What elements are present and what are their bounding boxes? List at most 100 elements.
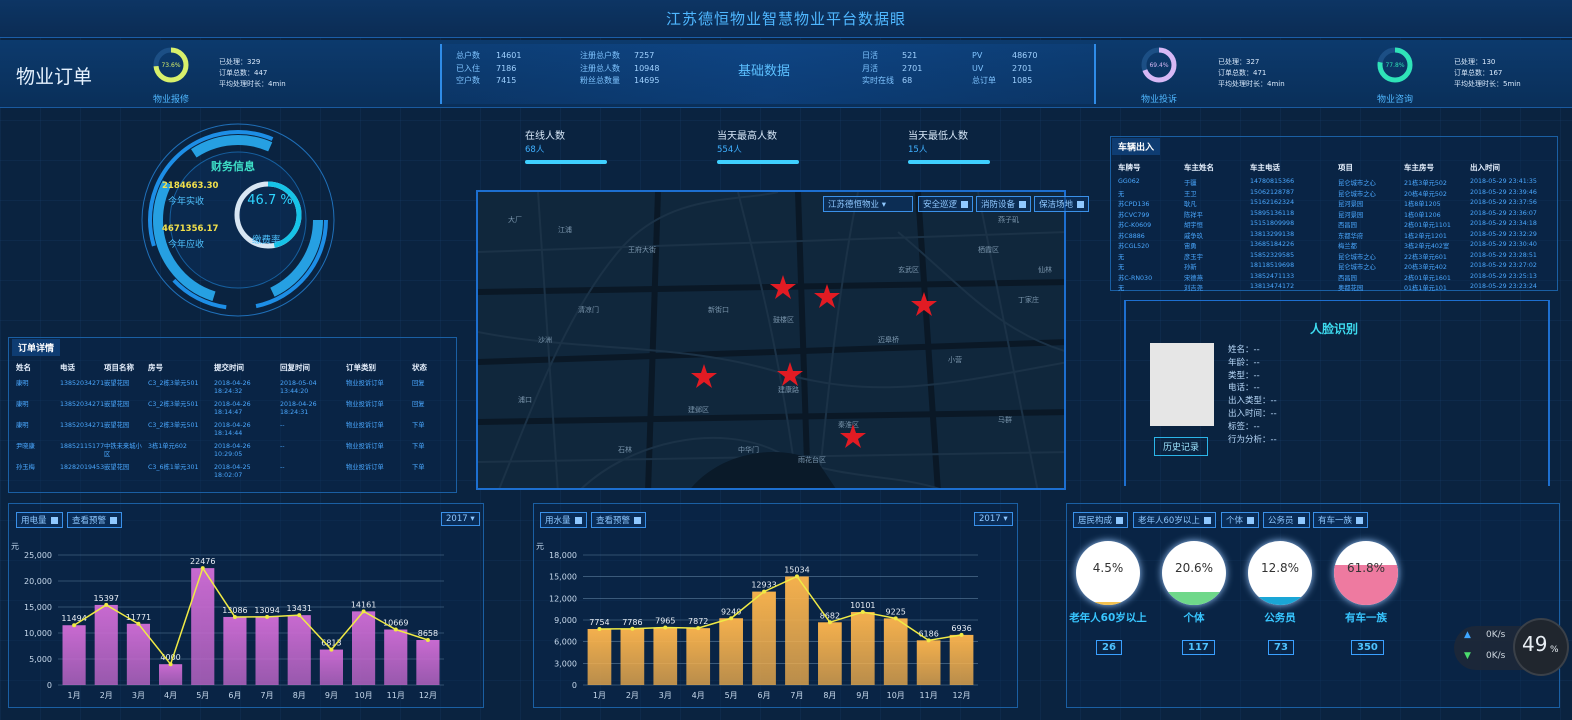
y-tick-label: 15,000 [24,603,52,612]
y-tick-label: 9,000 [554,616,577,625]
data-label: 13086 [222,606,247,615]
due-label: 今年应收 [168,240,205,250]
resident-circle[interactable]: 12.8% [1248,541,1312,605]
x-tick-label: 4月 [692,691,705,700]
vehicle-cell: 刘吉尧 [1184,285,1203,292]
vehicle-cell: 13813299138 [1250,230,1295,238]
map-place-label: 栖霞区 [978,245,999,254]
orders-header-cell: 状态 [412,363,427,372]
dropdown-caret-icon: ▾ [1003,514,1008,524]
vehicle-cell: 15162162324 [1250,199,1295,206]
complaint-gauge[interactable]: 69.4% [1140,46,1178,88]
safety-patrol-button[interactable]: 安全巡逻 [918,196,974,212]
map-canvas[interactable]: 鼓楼区 玄武区建邺区秦淮区雨花台区 栖霞区 王府大街沙洲中华门 小营 丁家庄 燕子矶 大厂清凉… [478,192,1066,490]
vehicle-cell: 昆仑城市之心 [1338,253,1376,261]
x-tick-label: 4月 [164,691,177,700]
trend-point [696,626,701,631]
company-select[interactable]: 江苏德恒物业 ▾ [823,196,913,212]
finance-title: 财务信息 [211,160,255,173]
orders-header-cell: 电话 [60,363,75,372]
water-year-select[interactable]: 2017 ▾ [974,512,1013,526]
trend-point [597,626,602,631]
electric-tab[interactable]: 用电量 [16,512,63,528]
orders-cell: 2018-04-26 10:29:05 [214,443,251,458]
resident-tab-label: 居民构成 [1078,516,1113,526]
map-panel[interactable]: 鼓楼区 玄武区 建邺区 秦淮区 雨花台区 栖霞区 王府大街 沙洲 中华门 小营 丁家庄 燕子矶 大厂 清凉… [476,190,1066,490]
x-tick-label: 8月 [823,691,836,700]
dropdown-caret-icon: ▾ [470,514,475,524]
history-button[interactable]: 历史记录 [1154,437,1209,456]
online-stat-label: 当天最低人数 [908,131,968,142]
cleaning-site-button[interactable]: 保洁场地 [1034,196,1090,212]
repair-gauge[interactable]: 73.6% [152,46,190,88]
electric-warning-button[interactable]: 查看预警 [67,512,123,528]
online-stat-label: 当天最高人数 [717,131,777,142]
orders-cell: -- [280,422,285,429]
orders-cell: 嵌望花园 [104,464,130,471]
vehicle-cell: 2018-05-29 23:37:56 [1470,199,1537,206]
vehicle-cell: 苏C-K0609 [1118,222,1152,229]
vehicle-cell: 18118519698 [1250,262,1295,269]
vehicle-cell: 21栋3单元502 [1404,180,1447,187]
map-place-label: 沙洲 [538,336,552,344]
resident-count: 73 [1268,640,1294,655]
app-title: 江苏德恒物业智慧物业平台数据眼 [0,0,1572,38]
vehicle-cell: 昆仑城市之心 [1338,180,1376,187]
resident-circle[interactable]: 4.5% [1076,541,1140,605]
water-tab[interactable]: 用水量 [540,512,587,528]
water-warning-button[interactable]: 查看预警 [591,512,647,528]
face-title: 人脸识别 [1310,322,1359,336]
orders-cell: 物业投诉订单 [346,464,384,471]
orders-cell: 下单 [412,443,425,450]
vehicle-cell: 2018-05-29 23:36:07 [1470,209,1537,217]
map-place-label: 建邺区 [688,405,709,414]
resident-panel [1066,503,1560,708]
orders-cell: 物业投诉订单 [346,422,384,429]
data-label: 7786 [622,618,642,627]
map-place-label: 浦口 [518,395,532,404]
resident-tab-1[interactable]: 老年人60岁以上 [1133,512,1216,528]
finance-dial [138,120,338,320]
vehicle-cell: 西昌园 [1338,222,1357,229]
y-tick-label: 5,000 [29,655,52,664]
resident-count: 350 [1351,640,1384,655]
vehicle-cell: 西昌园 [1338,274,1357,282]
vehicle-cell: 2018-05-29 23:39:46 [1470,188,1537,196]
resident-circle[interactable]: 20.6% [1162,541,1226,605]
trend-point [104,602,109,607]
vehicle-cell: GG062 [1118,178,1140,185]
resident-tab-4[interactable]: 有车一族 [1313,512,1369,528]
chart-bar [850,612,875,685]
vehicle-cell: 昆河景园 [1338,211,1364,219]
fire-equipment-button[interactable]: 消防设备 [976,196,1032,212]
face-field: 姓名：-- [1228,345,1260,355]
electric-year-select[interactable]: 2017 ▾ [441,512,480,526]
y-tick-label: 15,000 [549,573,577,582]
vehicle-header-cell: 车牌号 [1118,163,1141,172]
orders-cell: 2018-04-26 18:14:47 [214,401,251,416]
vehicle-cell: 宙勇 [1184,243,1197,250]
data-label: 13094 [254,606,279,615]
orders-cell: 2018-04-25 18:02:07 [214,464,251,479]
orders-cell: 物业投诉订单 [346,443,384,450]
y-tick-label: 12,000 [549,594,577,603]
vehicle-header-cell: 出入时间 [1470,163,1500,172]
consult-gauge[interactable]: 77.8% [1376,46,1414,88]
y-tick-label: 18,000 [549,551,577,560]
online-stat-bar [525,160,607,164]
data-label: 9225 [886,607,906,616]
resident-tab-2[interactable]: 个体 [1221,512,1260,528]
y-tick-label: 0 [47,681,52,690]
data-label: 6813 [321,639,341,648]
resident-tab-3[interactable]: 公务员 [1263,512,1310,528]
resident-tab-0[interactable]: 居民构成 [1073,512,1129,528]
vehicle-cell: 苏CPD136 [1118,201,1150,208]
orders-cell: 2018-04-26 18:24:32 [214,380,251,395]
resident-circle[interactable]: 61.8% [1334,541,1398,605]
orders-section-title: 物业订单 [16,66,93,88]
trend-point [361,609,366,614]
face-photo [1150,343,1214,426]
trend-point [232,614,237,619]
orders-cell: 下单 [412,422,425,429]
due-value: 4671356.17 [162,224,219,234]
